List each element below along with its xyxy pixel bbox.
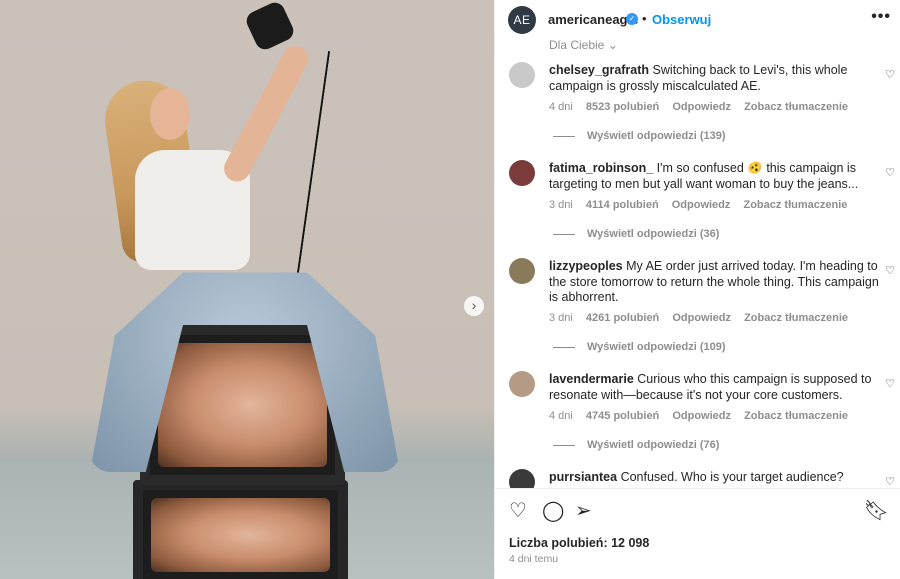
account-username[interactable]: americaneagle [548,12,638,27]
model-face [150,88,190,140]
heart-icon[interactable]: ♡ [885,166,895,179]
view-replies-label: Wyświetl odpowiedzi (36) [587,228,720,240]
commenter-avatar[interactable] [509,469,535,488]
commenter-avatar[interactable] [509,62,535,88]
view-replies-button[interactable]: Wyświetl odpowiedzi (139) [553,130,726,142]
comment-text: lavendermarie Curious who this campaign … [549,372,879,403]
reply-button[interactable]: Odpowiedz [672,101,731,113]
commenter-username[interactable]: lavendermarie [549,372,634,386]
replies-line [553,233,575,235]
comment-age: 3 dni [549,312,573,324]
translate-button[interactable]: Zobacz tłumaczenie [744,312,848,324]
post-header: AE americaneagle ✓ • Obserwuj ••• [495,0,900,40]
view-replies-label: Wyświetl odpowiedzi (139) [587,130,726,142]
translate-button[interactable]: Zobacz tłumaczenie [743,199,847,211]
post-photo[interactable]: › [0,0,494,579]
comment-age: 3 dni [549,199,573,211]
view-replies-label: Wyświetl odpowiedzi (109) [587,341,726,353]
instagram-post-view: › AE americaneagle ✓ • Obserwuj ••• Dla … [0,0,900,579]
post-date: 4 dni temu [509,553,559,565]
commenter-avatar[interactable] [509,160,535,186]
commenter-username[interactable]: purrsiantea [549,470,617,484]
comment-text: fatima_robinson_ I'm so confused 🫨 this … [549,161,879,192]
comment-body: Confused. Who is your target audience? [620,470,844,484]
view-replies-label: Wyświetl odpowiedzi (76) [587,439,720,451]
follow-button[interactable]: Obserwuj [652,12,711,27]
avatar[interactable]: AE [508,6,536,34]
sort-dropdown[interactable]: Dla Ciebie ⌄ [549,40,618,52]
heart-icon[interactable]: ♡ [885,377,895,390]
reply-button[interactable]: Odpowiedz [672,199,731,211]
lower-tv [133,480,348,579]
comment-meta: 3 dni 4261 polubień Odpowiedz Zobacz tłu… [549,312,858,324]
upper-tv-screen [158,343,327,467]
view-replies-button[interactable]: Wyświetl odpowiedzi (76) [553,439,719,451]
commenter-username[interactable]: chelsey_grafrath [549,63,649,77]
comment-meta: 3 dni 4114 polubień Odpowiedz Zobacz tłu… [549,199,857,211]
post-actions-bar: ♡ ◯ ➢ 🔖︎ Liczba polubień: 12 098 4 dni t… [495,488,900,579]
comments-list[interactable]: Dla Ciebie ⌄ chelsey_grafrath Switching … [495,40,900,488]
like-icon[interactable]: ♡ [509,500,527,522]
heart-icon[interactable]: ♡ [885,264,895,277]
share-icon[interactable]: ➢ [575,500,592,522]
comment-icon[interactable]: ◯ [542,500,564,522]
more-options-icon[interactable]: ••• [871,8,891,26]
translate-button[interactable]: Zobacz tłumaczenie [744,101,848,113]
comment-text: lizzypeoples My AE order just arrived to… [549,259,879,306]
verified-badge-icon: ✓ [626,13,638,25]
comment-likes[interactable]: 8523 polubień [586,101,659,113]
view-replies-button[interactable]: Wyświetl odpowiedzi (109) [553,341,726,353]
save-icon[interactable]: 🔖︎ [864,500,889,522]
commenter-avatar[interactable] [509,371,535,397]
commenter-username[interactable]: lizzypeoples [549,259,623,273]
likes-count[interactable]: Liczba polubień: 12 098 [509,536,649,550]
replies-line [553,346,575,348]
view-replies-button[interactable]: Wyświetl odpowiedzi (36) [553,228,719,240]
separator-dot: • [642,11,647,26]
comment-age: 4 dni [549,101,573,113]
comment-text: purrsiantea Confused. Who is your target… [549,470,879,486]
reply-button[interactable]: Odpowiedz [672,312,731,324]
comment-likes[interactable]: 4114 polubień [586,199,659,211]
comment-age: 4 dni [549,410,573,422]
comment-text: chelsey_grafrath Switching back to Levi'… [549,63,879,94]
commenter-avatar[interactable] [509,258,535,284]
post-sidebar: AE americaneagle ✓ • Obserwuj ••• Dla Ci… [494,0,900,579]
lower-tv-screen [151,498,330,572]
heart-icon[interactable]: ♡ [885,475,895,488]
next-image-button[interactable]: › [464,296,484,316]
reply-button[interactable]: Odpowiedz [672,410,731,422]
translate-button[interactable]: Zobacz tłumaczenie [744,410,848,422]
comment-meta: 4 dni 4745 polubień Odpowiedz Zobacz tłu… [549,410,858,422]
replies-line [553,135,575,137]
comment-likes[interactable]: 4261 polubień [586,312,659,324]
commenter-username[interactable]: fatima_robinson_ [549,161,653,175]
replies-line [553,444,575,446]
comment-likes[interactable]: 4745 polubień [586,410,659,422]
comment-meta: 4 dni 8523 polubień Odpowiedz Zobacz tłu… [549,101,858,113]
heart-icon[interactable]: ♡ [885,68,895,81]
